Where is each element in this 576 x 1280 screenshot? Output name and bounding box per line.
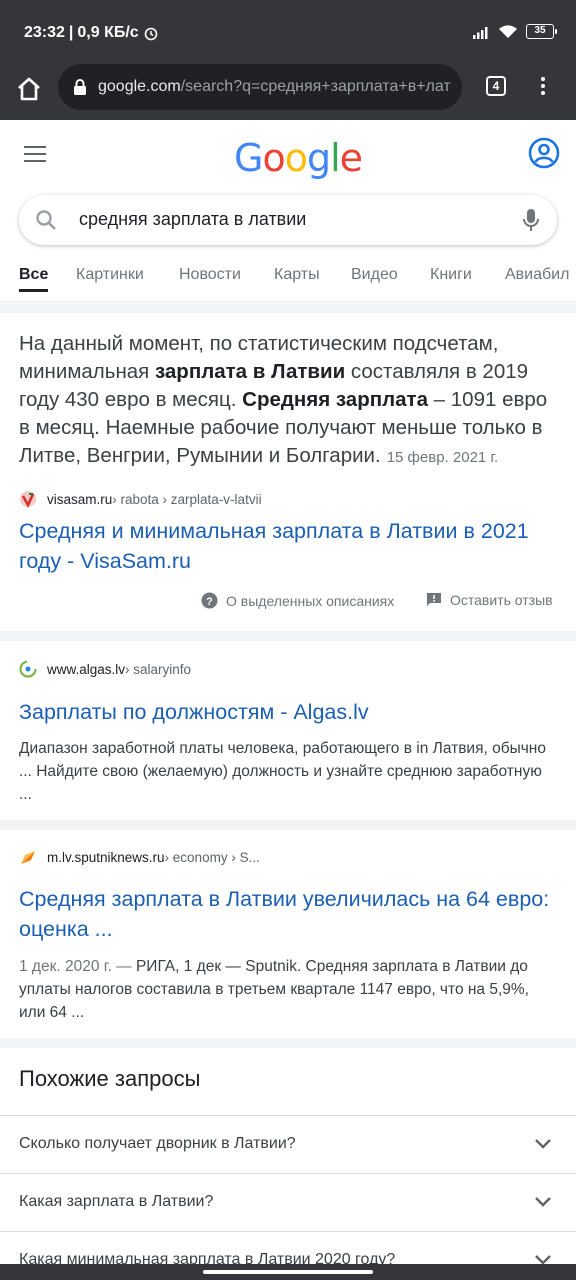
snippet-source[interactable]: visasam.ru › rabota › zarplata-v-latvii [19, 490, 262, 508]
search-tabs: Все Картинки Новости Карты Видео Книги А… [0, 262, 576, 302]
result-path: › salaryinfo [125, 661, 192, 677]
hamburger-menu-icon[interactable] [24, 146, 46, 167]
tab-flights[interactable]: Авиабил [505, 266, 569, 284]
signal-icon [473, 26, 488, 39]
tab-switcher-icon[interactable]: 4 [486, 76, 506, 96]
tab-images[interactable]: Картинки [76, 266, 144, 284]
status-left: 23:32 | 0,9 КБ/с [24, 24, 159, 42]
snippet-bold-part: Средняя зарплата [242, 388, 428, 411]
battery-indicator: 35 [526, 24, 557, 39]
tab-news[interactable]: Новости [179, 266, 241, 284]
feedback-label: Оставить отзыв [450, 592, 553, 608]
tab-video[interactable]: Видео [351, 266, 398, 284]
tab-all[interactable]: Все [19, 266, 48, 284]
svg-text:?: ? [206, 596, 213, 608]
visasam-favicon-icon [20, 491, 36, 508]
result-title[interactable]: Средняя зарплата в Латвии увеличилась на… [19, 884, 559, 944]
tab-maps[interactable]: Карты [274, 266, 320, 284]
tab-books[interactable]: Книги [430, 266, 472, 284]
feedback-link[interactable]: Оставить отзыв [426, 592, 553, 608]
related-question-text: Сколько получает дворник в Латвии? [19, 1135, 296, 1152]
about-snippets-label: О выделенных описаниях [226, 592, 395, 609]
algas-favicon-icon [19, 660, 37, 678]
snippet-date: 15 февр. 2021 г. [386, 449, 499, 466]
status-right: 35 [472, 24, 557, 39]
related-questions-title: Похожие запросы [19, 1066, 201, 1091]
logo-letter: g [306, 136, 331, 180]
snippet-bold-part: зарплата в Латвии [154, 360, 346, 383]
separator [0, 303, 576, 313]
about-snippets-link[interactable]: ? О выделенных описаниях [201, 592, 394, 609]
chevron-down-icon[interactable] [534, 1138, 552, 1150]
logo-letter: o [262, 136, 285, 180]
separator [0, 631, 576, 641]
source-domain: visasam.ru [47, 491, 113, 507]
url-host: google.com [98, 78, 181, 95]
result-link[interactable]: Средняя зарплата в Латвии увеличилась на… [19, 887, 549, 941]
account-circle-icon[interactable] [528, 137, 560, 169]
separator [0, 1038, 576, 1048]
chevron-down-icon[interactable] [534, 1196, 552, 1208]
result-description: 1 дек. 2020 г. — РИГА, 1 дек — Sputnik. … [19, 955, 559, 1024]
result-desc-text: Диапазон заработной платы человека, рабо… [19, 740, 546, 803]
related-question[interactable]: Какая зарплата в Латвии? [0, 1173, 576, 1231]
result-domain: www.algas.lv [47, 661, 126, 677]
result-path: › economy › S... [164, 849, 260, 865]
result-title[interactable]: Зарплаты по должностям - Algas.lv [19, 697, 559, 727]
logo-letter: e [339, 136, 363, 180]
source-path: › rabota › zarplata-v-latvii [112, 491, 262, 507]
featured-snippet-text: На данный момент, по статистическим подс… [19, 330, 559, 472]
status-time: 23:32 [24, 24, 65, 41]
status-separator: | [68, 24, 74, 41]
system-navigation-bar [0, 1264, 576, 1280]
result-domain: m.lv.sputniknews.ru [47, 849, 165, 865]
search-box[interactable]: средняя зарплата в латвии [19, 195, 557, 245]
search-input[interactable]: средняя зарплата в латвии [79, 209, 306, 230]
google-logo[interactable]: Google [234, 136, 363, 180]
status-bar: 23:32 | 0,9 КБ/с 35 [0, 0, 576, 64]
help-circle-icon: ? [201, 592, 218, 609]
alarm-icon [144, 27, 158, 41]
url-path: /search?q=средняя+зарплата+в+лат [180, 78, 451, 95]
separator [0, 820, 576, 830]
lock-icon[interactable] [72, 78, 88, 96]
result-source[interactable]: www.algas.lv › salaryinfo [19, 660, 191, 678]
browser-toolbar: google.com/search?q=средняя+зарплата+в+л… [0, 64, 576, 120]
network-speed: 0,9 КБ/с [77, 24, 139, 41]
address-bar[interactable]: google.com/search?q=средняя+зарплата+в+л… [58, 64, 462, 110]
sputnik-favicon-icon [21, 851, 35, 864]
google-header: Google [0, 120, 576, 192]
result-source[interactable]: m.lv.sputniknews.ru › economy › S... [19, 848, 260, 866]
logo-letter: o [284, 136, 308, 180]
wifi-icon [499, 24, 517, 38]
logo-letter: G [234, 136, 263, 180]
result-description: Диапазон заработной платы человека, рабо… [19, 737, 559, 806]
more-vert-icon[interactable] [534, 74, 552, 98]
result-date: 1 дек. 2020 г. — [19, 958, 136, 975]
home-icon[interactable] [14, 74, 44, 104]
related-question[interactable]: Сколько получает дворник в Латвии? [0, 1115, 576, 1173]
result-link[interactable]: Зарплаты по должностям - Algas.lv [19, 700, 369, 724]
home-gesture-handle[interactable] [203, 1270, 373, 1274]
related-question-text: Какая зарплата в Латвии? [19, 1193, 214, 1210]
microphone-icon[interactable] [519, 207, 543, 233]
active-tab-indicator [19, 289, 48, 292]
snippet-result-title[interactable]: Средняя и минимальная зарплата в Латвии … [19, 516, 559, 576]
logo-letter: l [330, 136, 341, 180]
search-icon[interactable] [35, 209, 57, 231]
snippet-result-link[interactable]: Средняя и минимальная зарплата в Латвии … [19, 519, 529, 573]
feedback-icon [427, 593, 441, 606]
